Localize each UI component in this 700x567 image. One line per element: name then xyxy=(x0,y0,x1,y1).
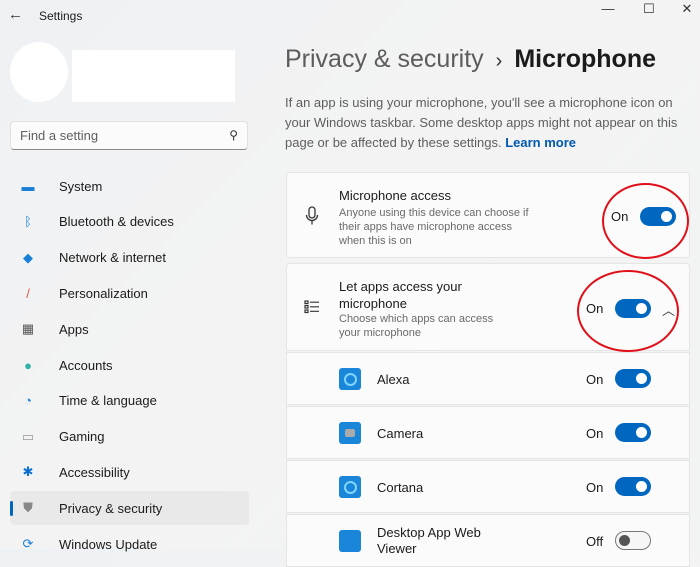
app-toggle[interactable] xyxy=(615,423,651,442)
sidebar-item-label: Bluetooth & devices xyxy=(59,214,174,230)
sidebar-item-accessibility[interactable]: ✱ Accessibility xyxy=(10,455,249,489)
app-name: Camera xyxy=(377,426,424,441)
chevron-right-icon: › xyxy=(495,50,503,72)
microphone-access-subtitle: Anyone using this device can choose if t… xyxy=(339,207,529,247)
sidebar-item-network-internet[interactable]: ◆ Network & internet xyxy=(10,241,249,275)
list-icon xyxy=(304,300,319,314)
description-text: If an app is using your microphone, you'… xyxy=(285,95,678,150)
sidebar-item-label: Apps xyxy=(59,321,89,337)
sidebar-icon: / xyxy=(26,285,30,301)
sidebar-icon: ⟳ xyxy=(22,536,34,551)
microphone-icon xyxy=(305,206,319,225)
chevron-up-icon[interactable]: ︿ xyxy=(662,300,675,319)
app-access-subtitle: Choose which apps can access your microp… xyxy=(339,313,494,339)
sidebar-item-label: Windows Update xyxy=(59,536,158,552)
sidebar-item-accounts[interactable]: ● Accounts xyxy=(10,348,249,382)
back-arrow-icon[interactable]: ← xyxy=(8,6,23,23)
learn-more-link[interactable]: Learn more xyxy=(505,135,576,150)
search-icon[interactable]: ⚲ xyxy=(229,128,238,142)
app-icon xyxy=(339,422,361,444)
sidebar-item-windows-update[interactable]: ⟳ Windows Update xyxy=(10,527,249,561)
sidebar-item-label: Privacy & security xyxy=(59,500,163,516)
toggle-state-label: On xyxy=(586,426,604,441)
app-title: Settings xyxy=(39,9,83,23)
page-title: Microphone xyxy=(514,45,657,73)
sidebar-item-personalization[interactable]: / Personalization xyxy=(10,276,249,310)
app-row: Alexa On xyxy=(286,352,690,405)
search-input[interactable]: Find a setting ⚲ xyxy=(10,121,248,150)
app-toggle[interactable] xyxy=(615,477,651,496)
app-access-title: Let apps access your microphone xyxy=(339,279,462,311)
sidebar-icon: ● xyxy=(24,357,32,373)
sidebar-item-apps[interactable]: ▦ Apps xyxy=(10,312,249,346)
sidebar-item-privacy-security[interactable]: ⛊ Privacy & security xyxy=(10,491,249,526)
breadcrumb-parent[interactable]: Privacy & security xyxy=(285,45,484,73)
toggle-state-label: Off xyxy=(586,534,604,549)
page-description: If an app is using your microphone, you'… xyxy=(285,93,695,153)
search-placeholder: Find a setting xyxy=(20,128,99,143)
microphone-access-card: Microphone access Anyone using this devi… xyxy=(286,172,690,258)
app-access-toggle[interactable] xyxy=(615,299,651,318)
toggle-state-label: On xyxy=(586,372,604,387)
sidebar-item-label: Network & internet xyxy=(59,250,166,266)
microphone-access-title: Microphone access xyxy=(339,188,451,203)
sidebar-icon: ▭ xyxy=(21,428,35,444)
toggle-state-label: On xyxy=(586,480,604,495)
selection-indicator xyxy=(10,501,13,517)
sidebar-item-bluetooth-devices[interactable]: ᛒ Bluetooth & devices xyxy=(10,205,249,239)
sidebar-item-label: Accessibility xyxy=(59,464,130,480)
toggle-state-label: On xyxy=(586,301,604,316)
app-name: Desktop App Web Viewer xyxy=(377,525,481,556)
toggle-state-label: On xyxy=(611,209,629,224)
minimize-button[interactable]: — xyxy=(585,2,631,32)
app-name: Alexa xyxy=(377,372,410,387)
app-row: Cortana On xyxy=(286,460,690,513)
sidebar-item-system[interactable]: ▬ System xyxy=(10,169,249,203)
app-access-card[interactable]: Let apps access your microphone Choose w… xyxy=(286,263,690,351)
account-name-redacted xyxy=(72,50,235,102)
microphone-access-toggle[interactable] xyxy=(640,207,676,226)
app-row: Desktop App Web Viewer Off xyxy=(286,514,690,567)
sidebar-icon: ▬ xyxy=(21,178,35,194)
sidebar-icon: ▦ xyxy=(21,321,35,337)
app-icon xyxy=(339,368,361,390)
title-bar: ← Settings — ☐ ✕ xyxy=(0,0,700,32)
sidebar-icon: ᛒ xyxy=(24,214,32,230)
app-icon xyxy=(339,476,361,498)
sidebar-item-label: Time & language xyxy=(59,393,157,409)
close-button[interactable]: ✕ xyxy=(664,2,700,32)
sidebar-icon: ✱ xyxy=(22,464,34,480)
app-toggle[interactable] xyxy=(615,369,651,388)
sidebar-item-label: Personalization xyxy=(59,285,148,301)
sidebar-item-label: System xyxy=(59,178,103,194)
sidebar-item-gaming[interactable]: ▭ Gaming xyxy=(10,420,249,454)
breadcrumb: Privacy & security › Microphone xyxy=(285,45,656,74)
sidebar-icon: ◔ xyxy=(24,393,32,409)
sidebar-item-label: Gaming xyxy=(59,429,105,445)
sidebar-item-label: Accounts xyxy=(59,357,113,373)
sidebar-icon: ◆ xyxy=(23,249,33,265)
avatar[interactable] xyxy=(10,42,68,102)
app-name: Cortana xyxy=(377,480,424,495)
app-toggle[interactable] xyxy=(615,531,651,550)
sidebar-icon: ⛊ xyxy=(23,500,33,516)
app-row: Camera On xyxy=(286,406,690,459)
sidebar-item-time-language[interactable]: ◔ Time & language xyxy=(10,384,249,418)
